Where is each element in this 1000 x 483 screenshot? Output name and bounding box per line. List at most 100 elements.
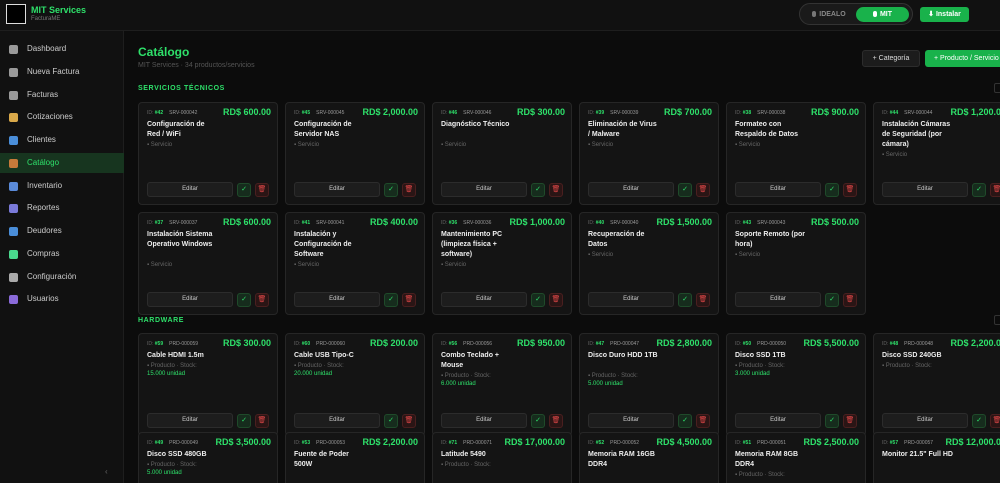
switch-idealo-label: IDEALO	[819, 11, 846, 18]
delete-button[interactable]: 🗑	[402, 183, 416, 197]
sidebar-item-label: Cotizaciones	[27, 112, 73, 121]
sidebar-item-7[interactable]: Inventario	[0, 176, 124, 196]
collapse-sidebar-button[interactable]: ‹	[105, 467, 108, 476]
edit-button[interactable]: Editar	[294, 292, 380, 307]
add-category-button[interactable]: + Categoría	[862, 50, 920, 67]
activate-button[interactable]: ✓	[678, 183, 692, 197]
switch-mit-button[interactable]: MIT	[856, 7, 909, 22]
delete-button[interactable]: 🗑	[696, 183, 710, 197]
activate-button[interactable]: ✓	[384, 183, 398, 197]
sidebar-item-2[interactable]: Nueva Factura	[0, 62, 124, 82]
sidebar-item-label: Nueva Factura	[27, 67, 80, 76]
item-number: #42	[154, 110, 164, 116]
item-id: ID: #39 SRV-000039	[588, 110, 638, 116]
catalog-card: ID: #57 PRD-000057 RD$ 12,000.00 Monitor 21…	[873, 432, 1000, 483]
item-code: PRD-000050	[757, 341, 787, 347]
section-toggle-button[interactable]	[994, 315, 1000, 325]
delete-button[interactable]: 🗑	[549, 414, 563, 428]
item-name: Recuperación de Datos	[588, 231, 645, 248]
activate-button[interactable]: ✓	[384, 414, 398, 428]
activate-button[interactable]: ✓	[678, 293, 692, 307]
edit-button[interactable]: Editar	[441, 292, 527, 307]
activate-button[interactable]: ✓	[237, 293, 251, 307]
delete-button[interactable]: 🗑	[549, 293, 563, 307]
item-type: ▪ Producto · Stock:	[882, 363, 932, 369]
sidebar-item-6[interactable]: Catálogo	[0, 153, 124, 173]
grid-icon	[9, 45, 18, 54]
edit-button[interactable]: Editar	[147, 413, 233, 428]
item-type-label: Producto · Stock:	[738, 363, 785, 369]
sidebar-item-11[interactable]: Configuración	[0, 267, 124, 287]
item-price: RD$ 1,200.00	[950, 107, 1000, 117]
sidebar-item-9[interactable]: Deudores	[0, 221, 124, 241]
delete-button[interactable]: 🗑	[696, 293, 710, 307]
delete-button[interactable]: 🗑	[990, 183, 1000, 197]
id-prefix: ID:	[147, 220, 154, 226]
delete-button[interactable]: 🗑	[402, 414, 416, 428]
edit-button[interactable]: Editar	[735, 292, 821, 307]
edit-button[interactable]: Editar	[882, 182, 968, 197]
switch-idealo-button[interactable]: IDEALO	[804, 7, 854, 22]
id-prefix: ID:	[294, 220, 301, 226]
item-type-label: Producto · Stock:	[150, 363, 197, 369]
item-name: Combo Teclado + Mouse	[441, 352, 500, 369]
edit-button[interactable]: Editar	[735, 182, 821, 197]
edit-button[interactable]: Editar	[588, 182, 674, 197]
edit-button[interactable]: Editar	[294, 182, 380, 197]
activate-button[interactable]: ✓	[237, 414, 251, 428]
delete-button[interactable]: 🗑	[696, 414, 710, 428]
catalog-card: ID: #60 PRD-000060 RD$ 200.00 Cable USB Tip…	[285, 333, 425, 436]
edit-button[interactable]: Editar	[588, 292, 674, 307]
item-code: PRD-000060	[316, 341, 346, 347]
edit-button[interactable]: Editar	[147, 292, 233, 307]
list-icon	[9, 91, 18, 100]
item-id: ID: #59 PRD-000059	[147, 341, 198, 347]
delete-button[interactable]: 🗑	[549, 183, 563, 197]
delete-button[interactable]: 🗑	[843, 183, 857, 197]
delete-button[interactable]: 🗑	[255, 414, 269, 428]
section-toggle-button[interactable]	[994, 83, 1000, 93]
edit-button[interactable]: Editar	[735, 413, 821, 428]
activate-button[interactable]: ✓	[531, 414, 545, 428]
edit-button[interactable]: Editar	[588, 413, 674, 428]
delete-button[interactable]: 🗑	[843, 293, 857, 307]
app-window: MIT Services FacturaME IDEALO MIT ⬇ Inst…	[0, 0, 1000, 483]
item-number: #71	[448, 440, 458, 446]
item-stock: 5.000 unidad	[588, 381, 623, 387]
sidebar-item-4[interactable]: Cotizaciones	[0, 107, 124, 127]
activate-button[interactable]: ✓	[384, 293, 398, 307]
add-product-button[interactable]: + Producto / Servicio	[925, 50, 1000, 67]
sidebar-item-10[interactable]: Compras	[0, 244, 124, 264]
delete-button[interactable]: 🗑	[255, 293, 269, 307]
activate-button[interactable]: ✓	[972, 183, 986, 197]
activate-button[interactable]: ✓	[531, 293, 545, 307]
edit-button[interactable]: Editar	[882, 413, 968, 428]
activate-button[interactable]: ✓	[825, 183, 839, 197]
activate-button[interactable]: ✓	[972, 414, 986, 428]
install-button[interactable]: ⬇ Instalar	[920, 7, 969, 22]
activate-button[interactable]: ✓	[531, 183, 545, 197]
activate-button[interactable]: ✓	[237, 183, 251, 197]
edit-button[interactable]: Editar	[441, 413, 527, 428]
delete-button[interactable]: 🗑	[255, 183, 269, 197]
edit-button[interactable]: Editar	[147, 182, 233, 197]
activate-button[interactable]: ✓	[825, 414, 839, 428]
item-id: ID: #56 PRD-000056	[441, 341, 492, 347]
item-name: Disco SSD 240GB	[882, 352, 942, 359]
activate-button[interactable]: ✓	[825, 293, 839, 307]
edit-button[interactable]: Editar	[294, 413, 380, 428]
delete-button[interactable]: 🗑	[990, 414, 1000, 428]
activate-button[interactable]: ✓	[678, 414, 692, 428]
item-id: ID: #46 SRV-000046	[441, 110, 491, 116]
sidebar-item-8[interactable]: Reportes	[0, 198, 124, 218]
sidebar-item-5[interactable]: Clientes	[0, 130, 124, 150]
item-number: #48	[889, 341, 899, 347]
delete-button[interactable]: 🗑	[402, 293, 416, 307]
sidebar-item-1[interactable]: Dashboard	[0, 39, 124, 59]
sidebar-item-12[interactable]: Usuarios	[0, 289, 124, 309]
item-name: Diagnóstico Técnico	[441, 121, 510, 128]
delete-button[interactable]: 🗑	[843, 414, 857, 428]
sidebar-item-3[interactable]: Facturas	[0, 85, 124, 105]
edit-button[interactable]: Editar	[441, 182, 527, 197]
item-id: ID: #40 SRV-000040	[588, 220, 638, 226]
